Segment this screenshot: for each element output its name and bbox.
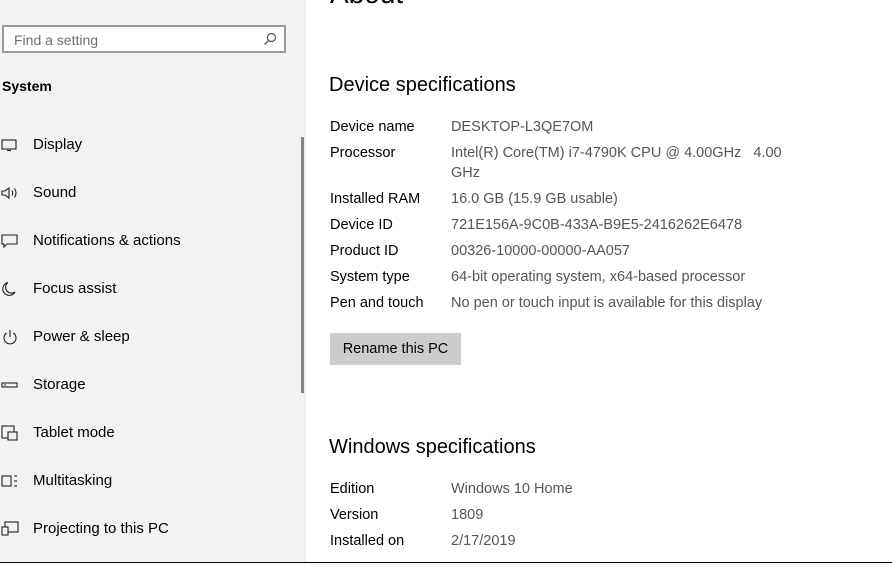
rename-pc-button[interactable]: Rename this PC xyxy=(330,333,461,365)
pen-touch-value: No pen or touch input is available for t… xyxy=(451,295,763,311)
sidebar-item-label: Projecting to this PC xyxy=(33,520,169,537)
product-id-value: 00326-10000-00000-AA057 xyxy=(451,243,630,259)
sound-icon xyxy=(1,185,19,201)
settings-window: System Display xyxy=(0,0,892,574)
sidebar-item-label: Sound xyxy=(33,184,77,201)
sidebar-item-tablet-mode[interactable]: Tablet mode xyxy=(0,409,300,457)
sidebar-item-label: Notifications & actions xyxy=(33,232,181,249)
sidebar-item-multitasking[interactable]: Multitasking xyxy=(0,457,300,505)
device-id-value: 721E156A-9C0B-433A-B9E5-2416262E6478 xyxy=(451,217,743,233)
multitasking-icon xyxy=(1,473,19,489)
sidebar: System Display xyxy=(0,0,306,574)
installed-on-value: 2/17/2019 xyxy=(451,533,516,549)
sidebar-nav: Display Sound Notifications & actions Fo… xyxy=(0,121,300,553)
processor-value-cont: GHz xyxy=(451,165,480,181)
tablet-mode-icon xyxy=(1,425,19,441)
device-name-value: DESKTOP-L3QE7OM xyxy=(451,119,594,135)
version-label: Version xyxy=(330,507,379,523)
edition-value: Windows 10 Home xyxy=(451,481,573,497)
main-content: About Device specifications Device name … xyxy=(306,0,892,574)
device-specs-title: Device specifications xyxy=(329,74,516,96)
edition-label: Edition xyxy=(330,481,375,497)
page-title: About xyxy=(330,0,403,10)
processor-value: Intel(R) Core(TM) i7-4790K CPU @ 4.00GHz… xyxy=(451,145,782,161)
sidebar-scrollbar[interactable] xyxy=(301,137,304,393)
system-type-label: System type xyxy=(330,269,410,285)
sidebar-item-label: Focus assist xyxy=(33,280,117,297)
sidebar-title: System xyxy=(2,78,52,94)
sidebar-item-label: Power & sleep xyxy=(33,328,130,345)
system-type-value: 64-bit operating system, x64-based proce… xyxy=(451,269,746,285)
storage-icon xyxy=(1,377,19,393)
search-input[interactable] xyxy=(14,31,254,49)
sidebar-item-power-sleep[interactable]: Power & sleep xyxy=(0,313,300,361)
device-name-label: Device name xyxy=(330,119,415,135)
sidebar-item-label: Tablet mode xyxy=(33,424,115,441)
windows-specs-title: Windows specifications xyxy=(329,436,536,458)
power-icon xyxy=(1,329,19,345)
moon-icon xyxy=(1,281,19,297)
search-box[interactable] xyxy=(2,25,286,53)
version-value: 1809 xyxy=(451,507,484,523)
pen-touch-label: Pen and touch xyxy=(330,295,424,311)
sidebar-item-label: Multitasking xyxy=(33,472,113,489)
sidebar-item-sound[interactable]: Sound xyxy=(0,169,300,217)
projecting-icon xyxy=(1,521,19,537)
device-id-label: Device ID xyxy=(330,217,393,233)
processor-label: Processor xyxy=(330,145,396,161)
sidebar-item-notifications[interactable]: Notifications & actions xyxy=(0,217,300,265)
sidebar-item-storage[interactable]: Storage xyxy=(0,361,300,409)
window-bottom-strip xyxy=(0,563,892,574)
installed-ram-value: 16.0 GB (15.9 GB usable) xyxy=(451,191,618,207)
sidebar-item-focus-assist[interactable]: Focus assist xyxy=(0,265,300,313)
search-icon[interactable] xyxy=(263,32,277,46)
display-icon xyxy=(1,137,19,153)
notifications-icon xyxy=(1,233,19,249)
sidebar-item-display[interactable]: Display xyxy=(0,121,300,169)
sidebar-item-label: Storage xyxy=(33,376,86,393)
sidebar-item-projecting[interactable]: Projecting to this PC xyxy=(0,505,300,553)
sidebar-item-label: Display xyxy=(33,136,83,153)
installed-ram-label: Installed RAM xyxy=(330,191,421,207)
product-id-label: Product ID xyxy=(330,243,399,259)
installed-on-label: Installed on xyxy=(330,533,405,549)
